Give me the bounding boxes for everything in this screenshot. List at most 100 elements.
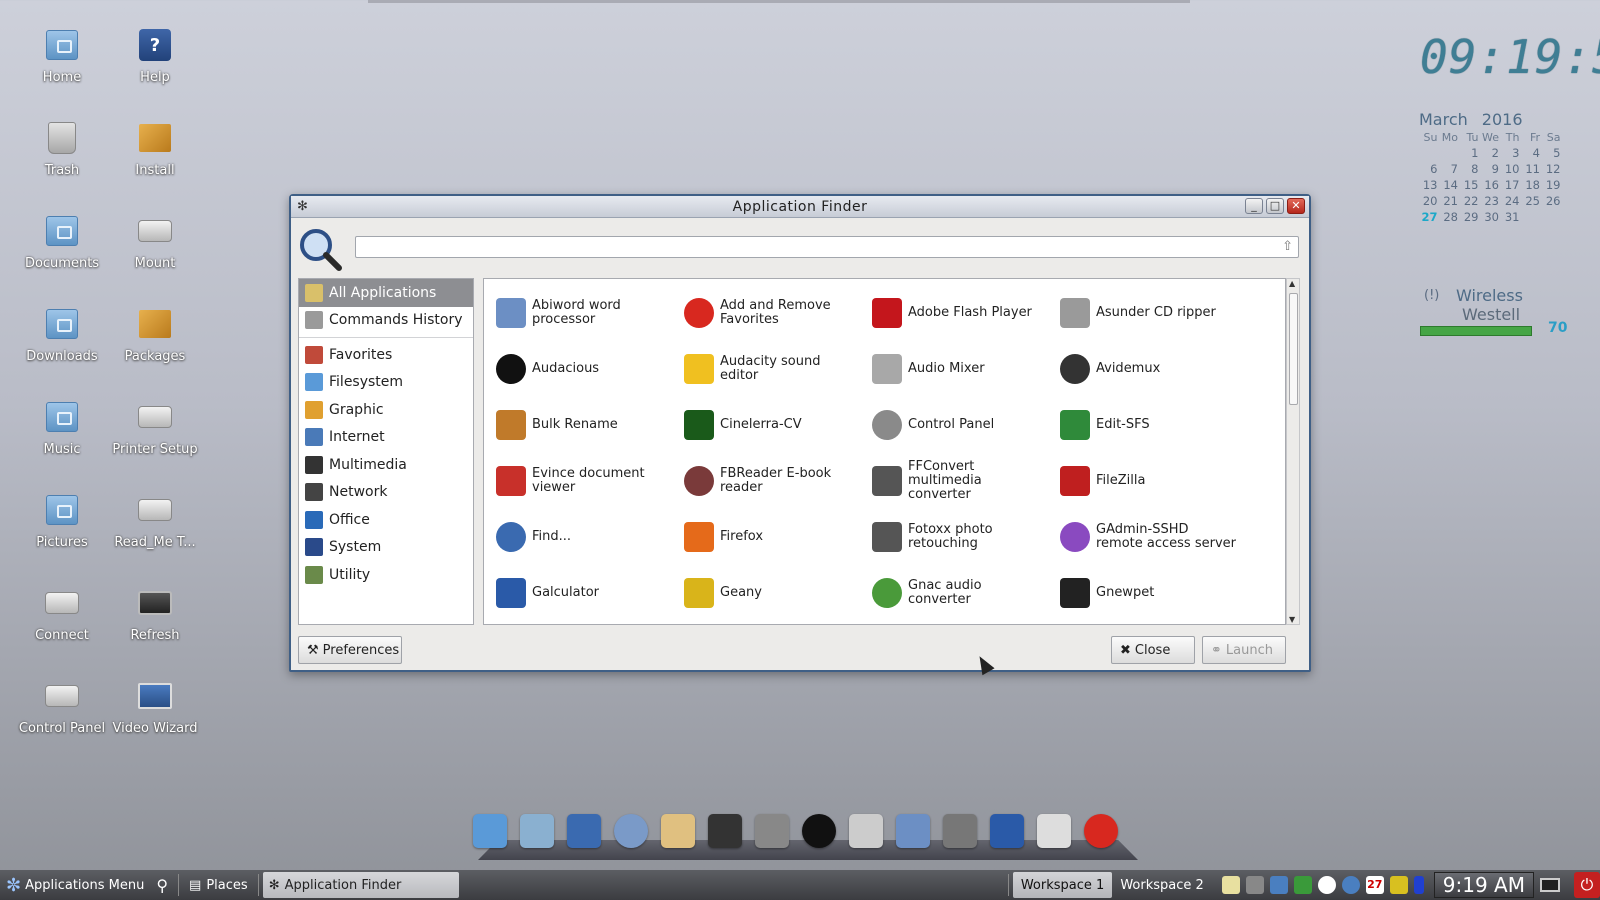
dock-file-manager-icon[interactable]: [517, 810, 557, 852]
dock-media-icon[interactable]: [752, 810, 792, 852]
category-multimedia[interactable]: Multimedia: [299, 451, 473, 479]
app-item-gnewpet[interactable]: Gnewpet: [1058, 565, 1246, 621]
category-filesystem[interactable]: Filesystem: [299, 369, 473, 397]
category-internet[interactable]: Internet: [299, 424, 473, 452]
app-item-ffconvert-multimedia-converter[interactable]: FFConvert multimedia converter: [870, 453, 1058, 509]
app-item-evince-document-viewer[interactable]: Evince document viewer: [494, 453, 682, 509]
notes-tray-icon[interactable]: [1221, 876, 1240, 894]
desktop-icon-read-me-t[interactable]: Read_Me T...: [110, 491, 200, 550]
app-item-gnac-audio-converter[interactable]: Gnac audio converter: [870, 565, 1058, 621]
category-graphic[interactable]: Graphic: [299, 396, 473, 424]
app-item-galculator[interactable]: Galculator: [494, 565, 682, 621]
scroll-down-icon[interactable]: ▼: [1289, 615, 1295, 624]
desktop-icon-printer-setup[interactable]: Printer Setup: [110, 398, 200, 457]
desktop-icon-connect[interactable]: Connect: [17, 584, 107, 643]
maximize-button[interactable]: □: [1266, 198, 1284, 214]
network-tray-icon[interactable]: [1269, 876, 1288, 894]
desktop-icon-control-panel[interactable]: Control Panel: [17, 677, 107, 736]
preferences-button[interactable]: ⚒ Preferences: [298, 636, 402, 664]
app-item-add-and-remove-favorites[interactable]: Add and Remove Favorites: [682, 285, 870, 341]
dock-home-icon[interactable]: [470, 810, 510, 852]
category-favorites[interactable]: Favorites: [299, 341, 473, 369]
dock-network-icon[interactable]: [611, 810, 651, 852]
app-item-gadmin-sshd-remote-access-server[interactable]: GAdmin-SSHD remote access server: [1058, 509, 1246, 565]
desktop-icon-label: Control Panel: [18, 721, 106, 736]
desktop-icon-help[interactable]: ? Help: [110, 26, 200, 85]
category-network[interactable]: Network: [299, 479, 473, 507]
category-all-applications[interactable]: All Applications: [299, 279, 473, 307]
launch-button[interactable]: ⚭ Launch: [1202, 636, 1286, 664]
app-item-bulk-rename[interactable]: Bulk Rename: [494, 397, 682, 453]
power-manager-icon[interactable]: [1389, 876, 1408, 894]
app-list-scrollbar[interactable]: ▲ ▼: [1286, 278, 1300, 625]
home-icon: [473, 814, 507, 848]
dock-notes-icon[interactable]: [658, 810, 698, 852]
dock-audacious-icon[interactable]: [799, 810, 839, 852]
dock-control-panel-icon[interactable]: [1034, 810, 1074, 852]
power-button[interactable]: ⏻: [1574, 872, 1600, 898]
battery-tray-icon[interactable]: [1293, 876, 1312, 894]
window-titlebar[interactable]: ✻ Application Finder _ □ ✕: [291, 196, 1309, 218]
applications-menu-button[interactable]: ✼ Applications Menu: [0, 872, 150, 898]
scrollbar-thumb[interactable]: [1289, 293, 1298, 405]
dock-power-icon[interactable]: [1081, 810, 1121, 852]
desktop-icon-install[interactable]: Install: [110, 119, 200, 178]
category-system[interactable]: System: [299, 534, 473, 562]
taskbar-clock[interactable]: 9:19 AM: [1433, 872, 1534, 898]
dock-gimp-icon[interactable]: [940, 810, 980, 852]
category-office[interactable]: Office: [299, 506, 473, 534]
dock-abiword-icon[interactable]: [893, 810, 933, 852]
show-desktop-button[interactable]: [1534, 872, 1566, 898]
app-item-filezilla[interactable]: FileZilla: [1058, 453, 1246, 509]
dock-drives-icon[interactable]: [987, 810, 1027, 852]
desktop-icon-packages[interactable]: Packages: [110, 305, 200, 364]
scroll-up-icon[interactable]: ▲: [1289, 279, 1295, 288]
task-application-finder[interactable]: ✻ Application Finder: [262, 872, 459, 898]
app-item-firefox[interactable]: Firefox: [682, 509, 870, 565]
window-close-button[interactable]: ✕: [1287, 198, 1305, 214]
update-tray-icon[interactable]: [1341, 876, 1360, 894]
app-item-audacity-sound-editor[interactable]: Audacity sound editor: [682, 341, 870, 397]
app-item-cinelerra-cv[interactable]: Cinelerra-CV: [682, 397, 870, 453]
workspace-1[interactable]: Workspace 1: [1012, 872, 1113, 898]
blue-tray-icon[interactable]: [1413, 876, 1424, 894]
minimize-button[interactable]: _: [1245, 198, 1263, 214]
app-item-adobe-flash-player[interactable]: Adobe Flash Player: [870, 285, 1058, 341]
workspace-2[interactable]: Workspace 2: [1112, 872, 1211, 898]
desktop-icon-pictures[interactable]: Pictures: [17, 491, 107, 550]
desktop-icon-video-wizard[interactable]: Video Wizard: [110, 677, 200, 736]
category-utility[interactable]: Utility: [299, 561, 473, 589]
places-button[interactable]: ▤ Places: [183, 872, 254, 898]
dock-terminal-icon[interactable]: [705, 810, 745, 852]
app-item-asunder-cd-ripper[interactable]: Asunder CD ripper: [1058, 285, 1246, 341]
category-commands-history[interactable]: Commands History: [299, 307, 473, 335]
app-item-audio-mixer[interactable]: Audio Mixer: [870, 341, 1058, 397]
app-item-avidemux[interactable]: Avidemux: [1058, 341, 1246, 397]
desktop-icon-documents[interactable]: Documents: [17, 212, 107, 271]
search-input[interactable]: [356, 238, 1298, 259]
app-item-control-panel[interactable]: Control Panel: [870, 397, 1058, 453]
clear-icon[interactable]: ⇧: [1282, 239, 1293, 254]
app-item-abiword-word-processor[interactable]: Abiword word processor: [494, 285, 682, 341]
wifi-strength-value: 70: [1548, 320, 1568, 336]
dock-editor-icon[interactable]: [846, 810, 886, 852]
app-item-find[interactable]: Find...: [494, 509, 682, 565]
desktop-icon-mount[interactable]: Mount: [110, 212, 200, 271]
desktop-icon-refresh[interactable]: Refresh: [110, 584, 200, 643]
app-item-edit-sfs[interactable]: Edit-SFS: [1058, 397, 1246, 453]
volume-icon[interactable]: [1245, 876, 1264, 894]
app-item-geany[interactable]: Geany: [682, 565, 870, 621]
calendar-tray-icon[interactable]: 27: [1365, 876, 1384, 894]
app-item-fbreader-e-book-reader[interactable]: FBReader E-book reader: [682, 453, 870, 509]
desktop-icon-home[interactable]: Home: [17, 26, 107, 85]
app-item-audacious[interactable]: Audacious: [494, 341, 682, 397]
desktop-icon-trash[interactable]: Trash: [17, 119, 107, 178]
wifi-tray-icon[interactable]: [1317, 876, 1336, 894]
dock-search-icon[interactable]: [564, 810, 604, 852]
app-item-fotoxx-photo-retouching[interactable]: Fotoxx photo retouching: [870, 509, 1058, 565]
desktop-icon-music[interactable]: Music: [17, 398, 107, 457]
taskbar-search-button[interactable]: ⚲: [150, 872, 174, 898]
desktop-icon-downloads[interactable]: Downloads: [17, 305, 107, 364]
close-button[interactable]: ✖ Close: [1111, 636, 1195, 664]
search-box[interactable]: ⇧: [355, 236, 1299, 259]
